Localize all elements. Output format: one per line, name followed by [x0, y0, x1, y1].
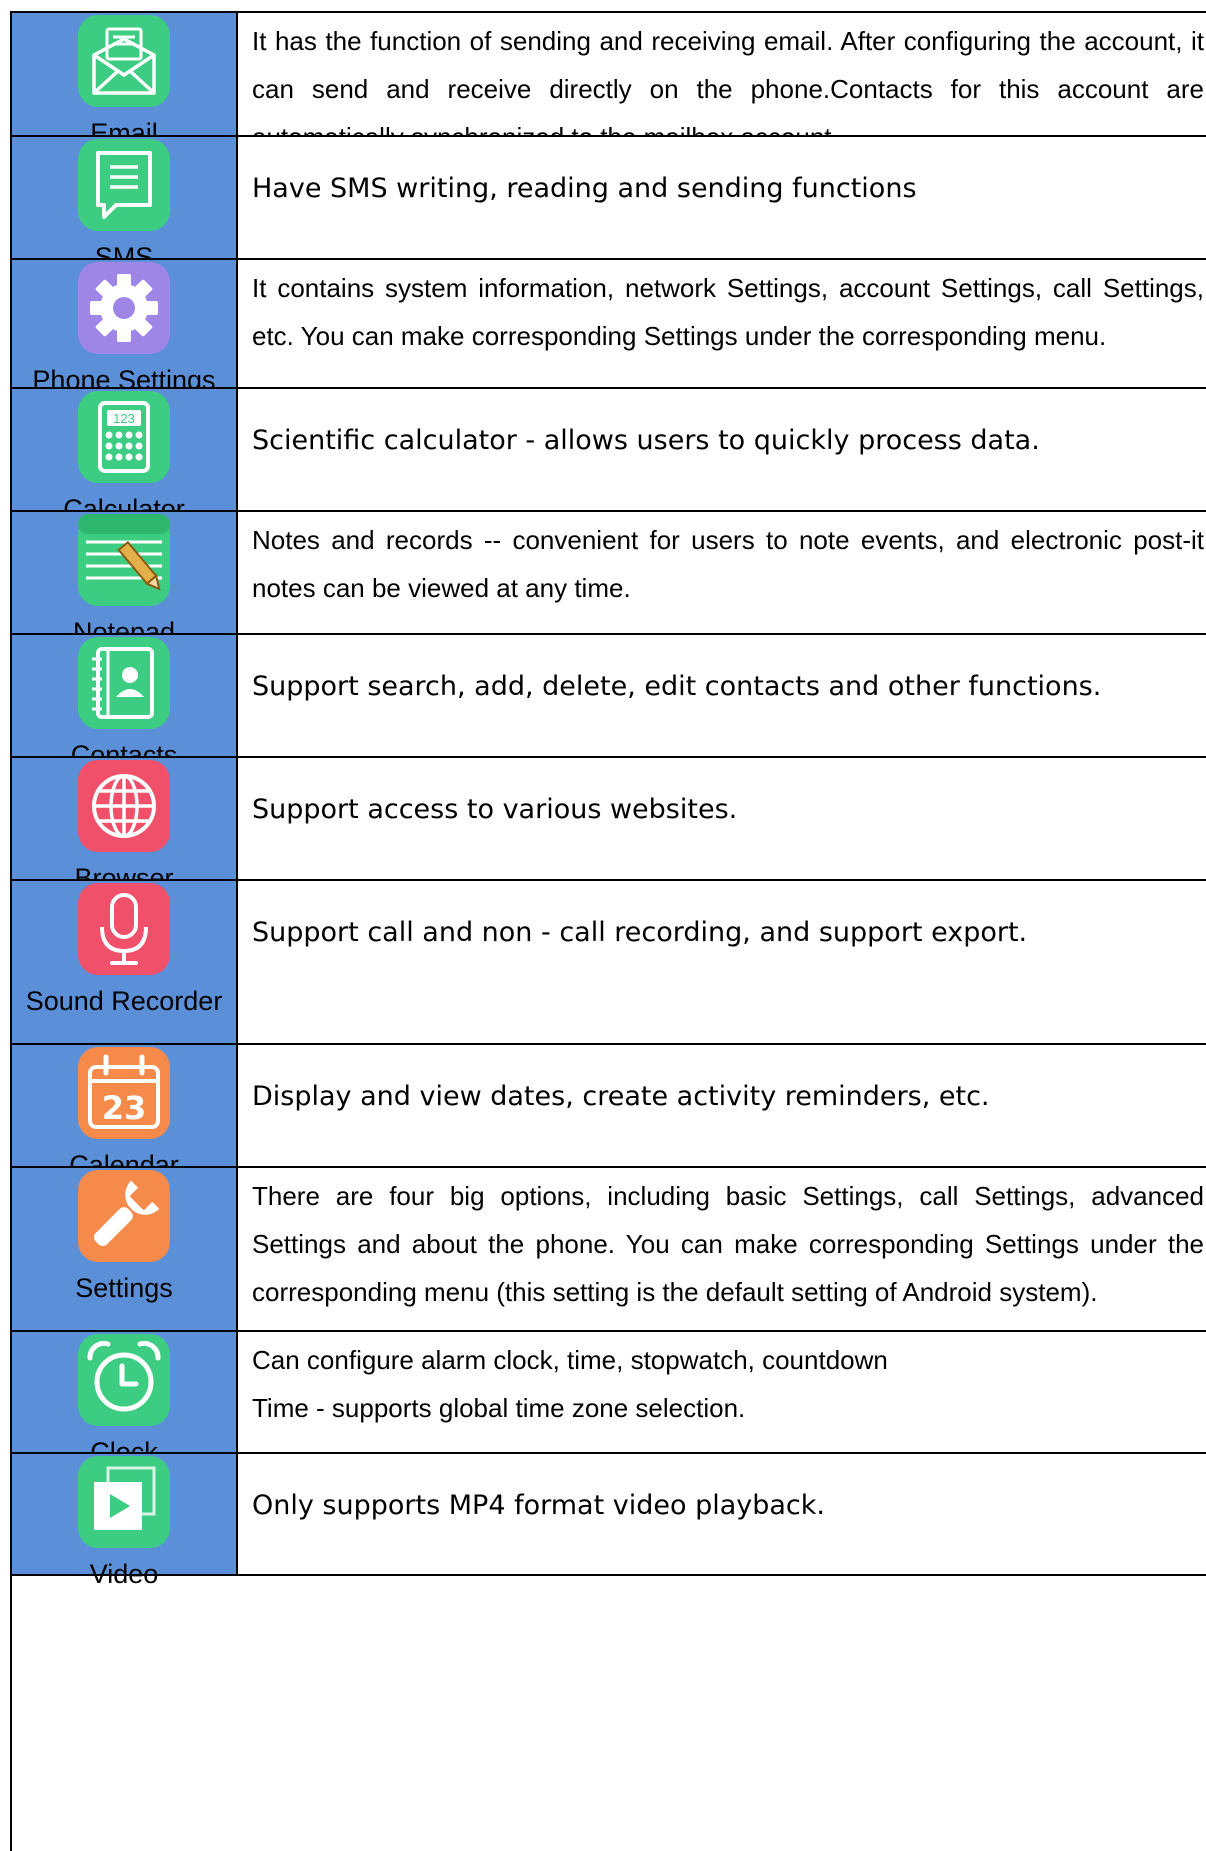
description-cell-sound-recorder: Support call and non - call recording, a… [238, 881, 1206, 1045]
app-label: Sound Recorder [25, 986, 223, 1016]
app-description: Have SMS writing, reading and sending fu… [252, 173, 917, 204]
app-cell-clock: Clock [12, 1332, 238, 1467]
svg-text:123: 123 [113, 411, 135, 426]
description-cell-video: Only supports MP4 format video playback. [238, 1454, 1206, 1576]
description-cell-calendar: Display and view dates, create activity … [238, 1045, 1206, 1168]
svg-text:23: 23 [102, 1089, 147, 1127]
description-cell-settings: There are four big options, including ba… [238, 1168, 1206, 1332]
app-feature-table: Email It has the function of sending and … [10, 11, 1206, 1851]
app-cell-settings: Settings [12, 1168, 238, 1332]
app-cell-browser: Browser [12, 758, 238, 893]
app-cell-contacts: Contacts [12, 635, 238, 770]
microphone-icon [78, 883, 170, 975]
description-cell-phone-settings: It contains system information, network … [238, 260, 1206, 389]
app-description: It contains system information, network … [252, 273, 1204, 351]
app-cell-sound-recorder: Sound Recorder [12, 881, 238, 1045]
app-cell-notepad: Notepad [12, 512, 238, 647]
calendar-icon: 23 [78, 1047, 170, 1139]
description-cell-clock: Can configure alarm clock, time, stopwat… [238, 1332, 1206, 1454]
app-description: Scientific calculator - allows users to … [252, 425, 1040, 456]
globe-icon [78, 760, 170, 852]
app-description: There are four big options, including ba… [252, 1181, 1204, 1307]
description-cell-notepad: Notes and records -- convenient for user… [238, 512, 1206, 635]
sms-icon [78, 139, 170, 231]
app-description: Support search, add, delete, edit contac… [252, 671, 1102, 702]
notepad-icon [78, 514, 170, 606]
app-cell-sms: SMS [12, 137, 238, 272]
app-description: Can configure alarm clock, time, stopwat… [252, 1345, 888, 1423]
app-description: Support call and non - call recording, a… [252, 917, 1028, 948]
app-description: Display and view dates, create activity … [252, 1081, 990, 1112]
gear-icon [78, 262, 170, 354]
video-play-icon [78, 1456, 170, 1548]
description-cell-email: It has the function of sending and recei… [238, 13, 1206, 152]
alarm-clock-icon [78, 1334, 170, 1426]
app-label: Settings [75, 1273, 173, 1303]
description-cell-calculator: Scientific calculator - allows users to … [238, 389, 1206, 512]
app-cell-email: Email [12, 13, 238, 148]
app-cell-calculator: 123 Calculator [12, 389, 238, 524]
description-cell-contacts: Support search, add, delete, edit contac… [238, 635, 1206, 758]
app-description: Support access to various websites. [252, 794, 738, 825]
wrench-icon [78, 1170, 170, 1262]
description-cell-sms: Have SMS writing, reading and sending fu… [238, 137, 1206, 260]
app-cell-calendar: 23 Calendar [12, 1045, 238, 1180]
email-icon [78, 15, 170, 107]
description-cell-browser: Support access to various websites. [238, 758, 1206, 881]
app-cell-video: Video [12, 1454, 238, 1589]
app-cell-phone-settings: Phone Settings [12, 260, 238, 395]
app-label: Video [89, 1559, 159, 1589]
contacts-icon [78, 637, 170, 729]
app-description: Only supports MP4 format video playback. [252, 1490, 825, 1521]
calculator-icon: 123 [78, 391, 170, 483]
app-description: Notes and records -- convenient for user… [252, 525, 1204, 603]
